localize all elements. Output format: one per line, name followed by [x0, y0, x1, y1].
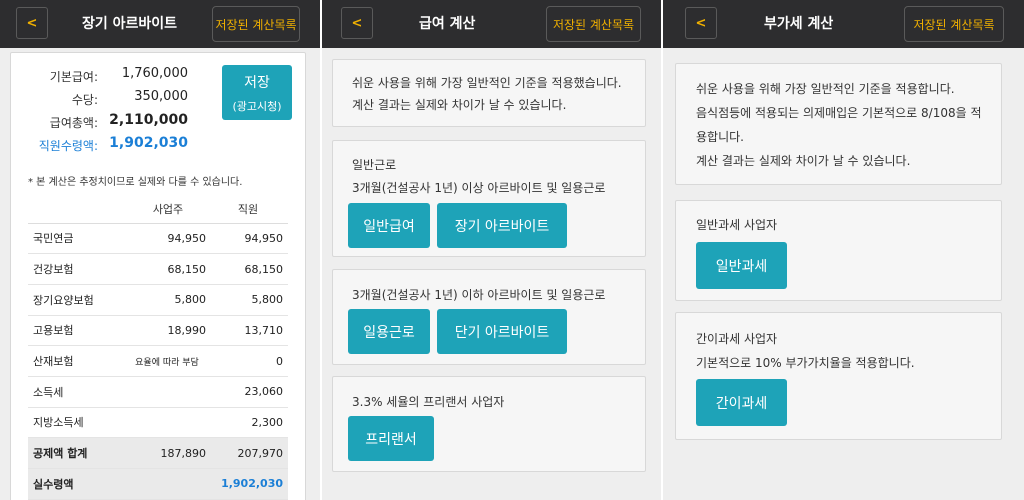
- table-row: 건강보험 68,150 68,150: [28, 253, 288, 285]
- employer-cell: [128, 468, 208, 500]
- net-receipt-value: 1,902,030: [109, 135, 188, 151]
- info-line: 쉬운 사용을 위해 가장 일반적인 기준을 적용했습니다.: [352, 76, 622, 90]
- column-header: [28, 195, 128, 224]
- gross-pay-label: 급여총액:: [49, 116, 98, 130]
- save-button-sublabel: (광고시청): [232, 100, 282, 113]
- employer-cell: 94,950: [128, 223, 208, 255]
- employer-cell: 187,890: [128, 437, 208, 469]
- regular-work-desc: 3개월(건설공사 1년) 이상 아르바이트 및 일용근로: [352, 181, 606, 195]
- table-row: 고용보험 18,990 13,710: [28, 315, 288, 347]
- info-line: 용합니다.: [696, 130, 744, 144]
- employee-cell: 23,060: [208, 376, 288, 408]
- short-work-desc: 3개월(건설공사 1년) 이하 아르바이트 및 일용근로: [352, 288, 606, 302]
- employer-cell: 18,990: [128, 315, 208, 347]
- column-header-employer: 사업주: [128, 195, 208, 224]
- general-salary-button[interactable]: 일반급여: [348, 203, 430, 248]
- simple-taxpayer-title: 간이과세 사업자: [696, 332, 778, 346]
- deduction-table: 사업주 직원 국민연금 94,950 94,950 건강보험 68,150 68…: [28, 195, 288, 500]
- employer-cell: 요율에 따라 부담: [128, 345, 208, 377]
- employer-cell: 68,150: [128, 253, 208, 285]
- table-row: 산재보험 요율에 따라 부담 0: [28, 345, 288, 377]
- info-line: 계산 결과는 실제와 차이가 날 수 있습니다.: [696, 154, 911, 168]
- employee-cell: 1,902,030: [208, 468, 288, 500]
- base-pay-value: 1,760,000: [121, 66, 188, 81]
- row-label: 건강보험: [28, 253, 128, 285]
- table-row: 소득세 23,060: [28, 376, 288, 408]
- long-term-parttime-button[interactable]: 장기 아르바이트: [437, 203, 567, 248]
- row-label: 실수령액: [28, 468, 128, 500]
- base-pay-label: 기본급여:: [49, 70, 98, 84]
- app-header: < 부가세 계산 저장된 계산목록: [663, 0, 1024, 48]
- saved-list-button[interactable]: 저장된 계산목록: [212, 6, 300, 42]
- page-title: 장기 아르바이트: [82, 16, 178, 32]
- estimate-note: * 본 계산은 추정치이므로 실제와 다를 수 있습니다.: [28, 177, 243, 188]
- general-taxpayer-title: 일반과세 사업자: [696, 218, 778, 232]
- simple-taxpayer-desc: 기본적으로 10% 부가가치율을 적용합니다.: [696, 356, 915, 370]
- info-line: 계산 결과는 실제와 차이가 날 수 있습니다.: [352, 98, 567, 112]
- short-term-parttime-button[interactable]: 단기 아르바이트: [437, 309, 567, 354]
- freelancer-desc: 3.3% 세율의 프리랜서 사업자: [352, 395, 505, 409]
- deduction-total-row: 공제액 합계 187,890 207,970: [28, 437, 288, 469]
- save-button[interactable]: 저장 (광고시청): [222, 65, 292, 120]
- back-button[interactable]: <: [16, 7, 48, 39]
- employee-cell: 207,970: [208, 437, 288, 469]
- page-title: 부가세 계산: [764, 16, 834, 32]
- app-header: < 장기 아르바이트 저장된 계산목록: [0, 0, 320, 48]
- row-label: 장기요양보험: [28, 284, 128, 316]
- info-line: 쉬운 사용을 위해 가장 일반적인 기준을 적용합니다.: [696, 82, 955, 96]
- saved-list-button[interactable]: 저장된 계산목록: [546, 6, 641, 42]
- employee-cell: 5,800: [208, 284, 288, 316]
- row-label: 고용보험: [28, 315, 128, 347]
- simple-tax-button[interactable]: 간이과세: [696, 379, 787, 426]
- row-label: 공제액 합계: [28, 437, 128, 469]
- salary-calc-screen: < 급여 계산 저장된 계산목록 쉬운 사용을 위해 가장 일반적인 기준을 적…: [322, 0, 661, 500]
- vat-calc-screen: < 부가세 계산 저장된 계산목록 쉬운 사용을 위해 가장 일반적인 기준을 …: [663, 0, 1024, 500]
- employer-cell: 5,800: [128, 284, 208, 316]
- row-label: 국민연금: [28, 223, 128, 255]
- daily-work-button[interactable]: 일용근로: [348, 309, 430, 354]
- freelancer-button[interactable]: 프리랜서: [348, 416, 434, 461]
- saved-list-button[interactable]: 저장된 계산목록: [904, 6, 1004, 42]
- allowance-value: 350,000: [134, 89, 188, 104]
- employee-cell: 13,710: [208, 315, 288, 347]
- net-pay-row: 실수령액 1,902,030: [28, 468, 288, 500]
- table-row: 지방소득세 2,300: [28, 407, 288, 439]
- employee-cell: 94,950: [208, 223, 288, 255]
- save-button-label: 저장: [244, 75, 270, 91]
- allowance-label: 수당:: [71, 93, 98, 107]
- info-line: 음식점등에 적용되는 의제매입은 기본적으로 8/108을 적: [696, 106, 982, 120]
- employee-cell: 2,300: [208, 407, 288, 439]
- row-label: 지방소득세: [28, 407, 128, 439]
- employee-cell: 68,150: [208, 253, 288, 285]
- table-header-row: 사업주 직원: [28, 195, 288, 224]
- regular-work-title: 일반근로: [352, 158, 397, 172]
- back-button[interactable]: <: [341, 7, 373, 39]
- app-header: < 급여 계산 저장된 계산목록: [322, 0, 661, 48]
- employee-cell: 0: [208, 345, 288, 377]
- table-row: 장기요양보험 5,800 5,800: [28, 284, 288, 316]
- employer-cell: [128, 407, 208, 439]
- long-term-parttime-screen: < 장기 아르바이트 저장된 계산목록 기본급여: 1,760,000 수당: …: [0, 0, 320, 500]
- back-button[interactable]: <: [685, 7, 717, 39]
- page-title: 급여 계산: [419, 16, 476, 32]
- row-label: 소득세: [28, 376, 128, 408]
- table-row: 국민연금 94,950 94,950: [28, 223, 288, 255]
- gross-pay-value: 2,110,000: [109, 112, 188, 128]
- row-label: 산재보험: [28, 345, 128, 377]
- net-receipt-label: 직원수령액:: [38, 139, 98, 153]
- general-tax-button[interactable]: 일반과세: [696, 242, 787, 289]
- employer-cell: [128, 376, 208, 408]
- column-header-employee: 직원: [208, 195, 288, 224]
